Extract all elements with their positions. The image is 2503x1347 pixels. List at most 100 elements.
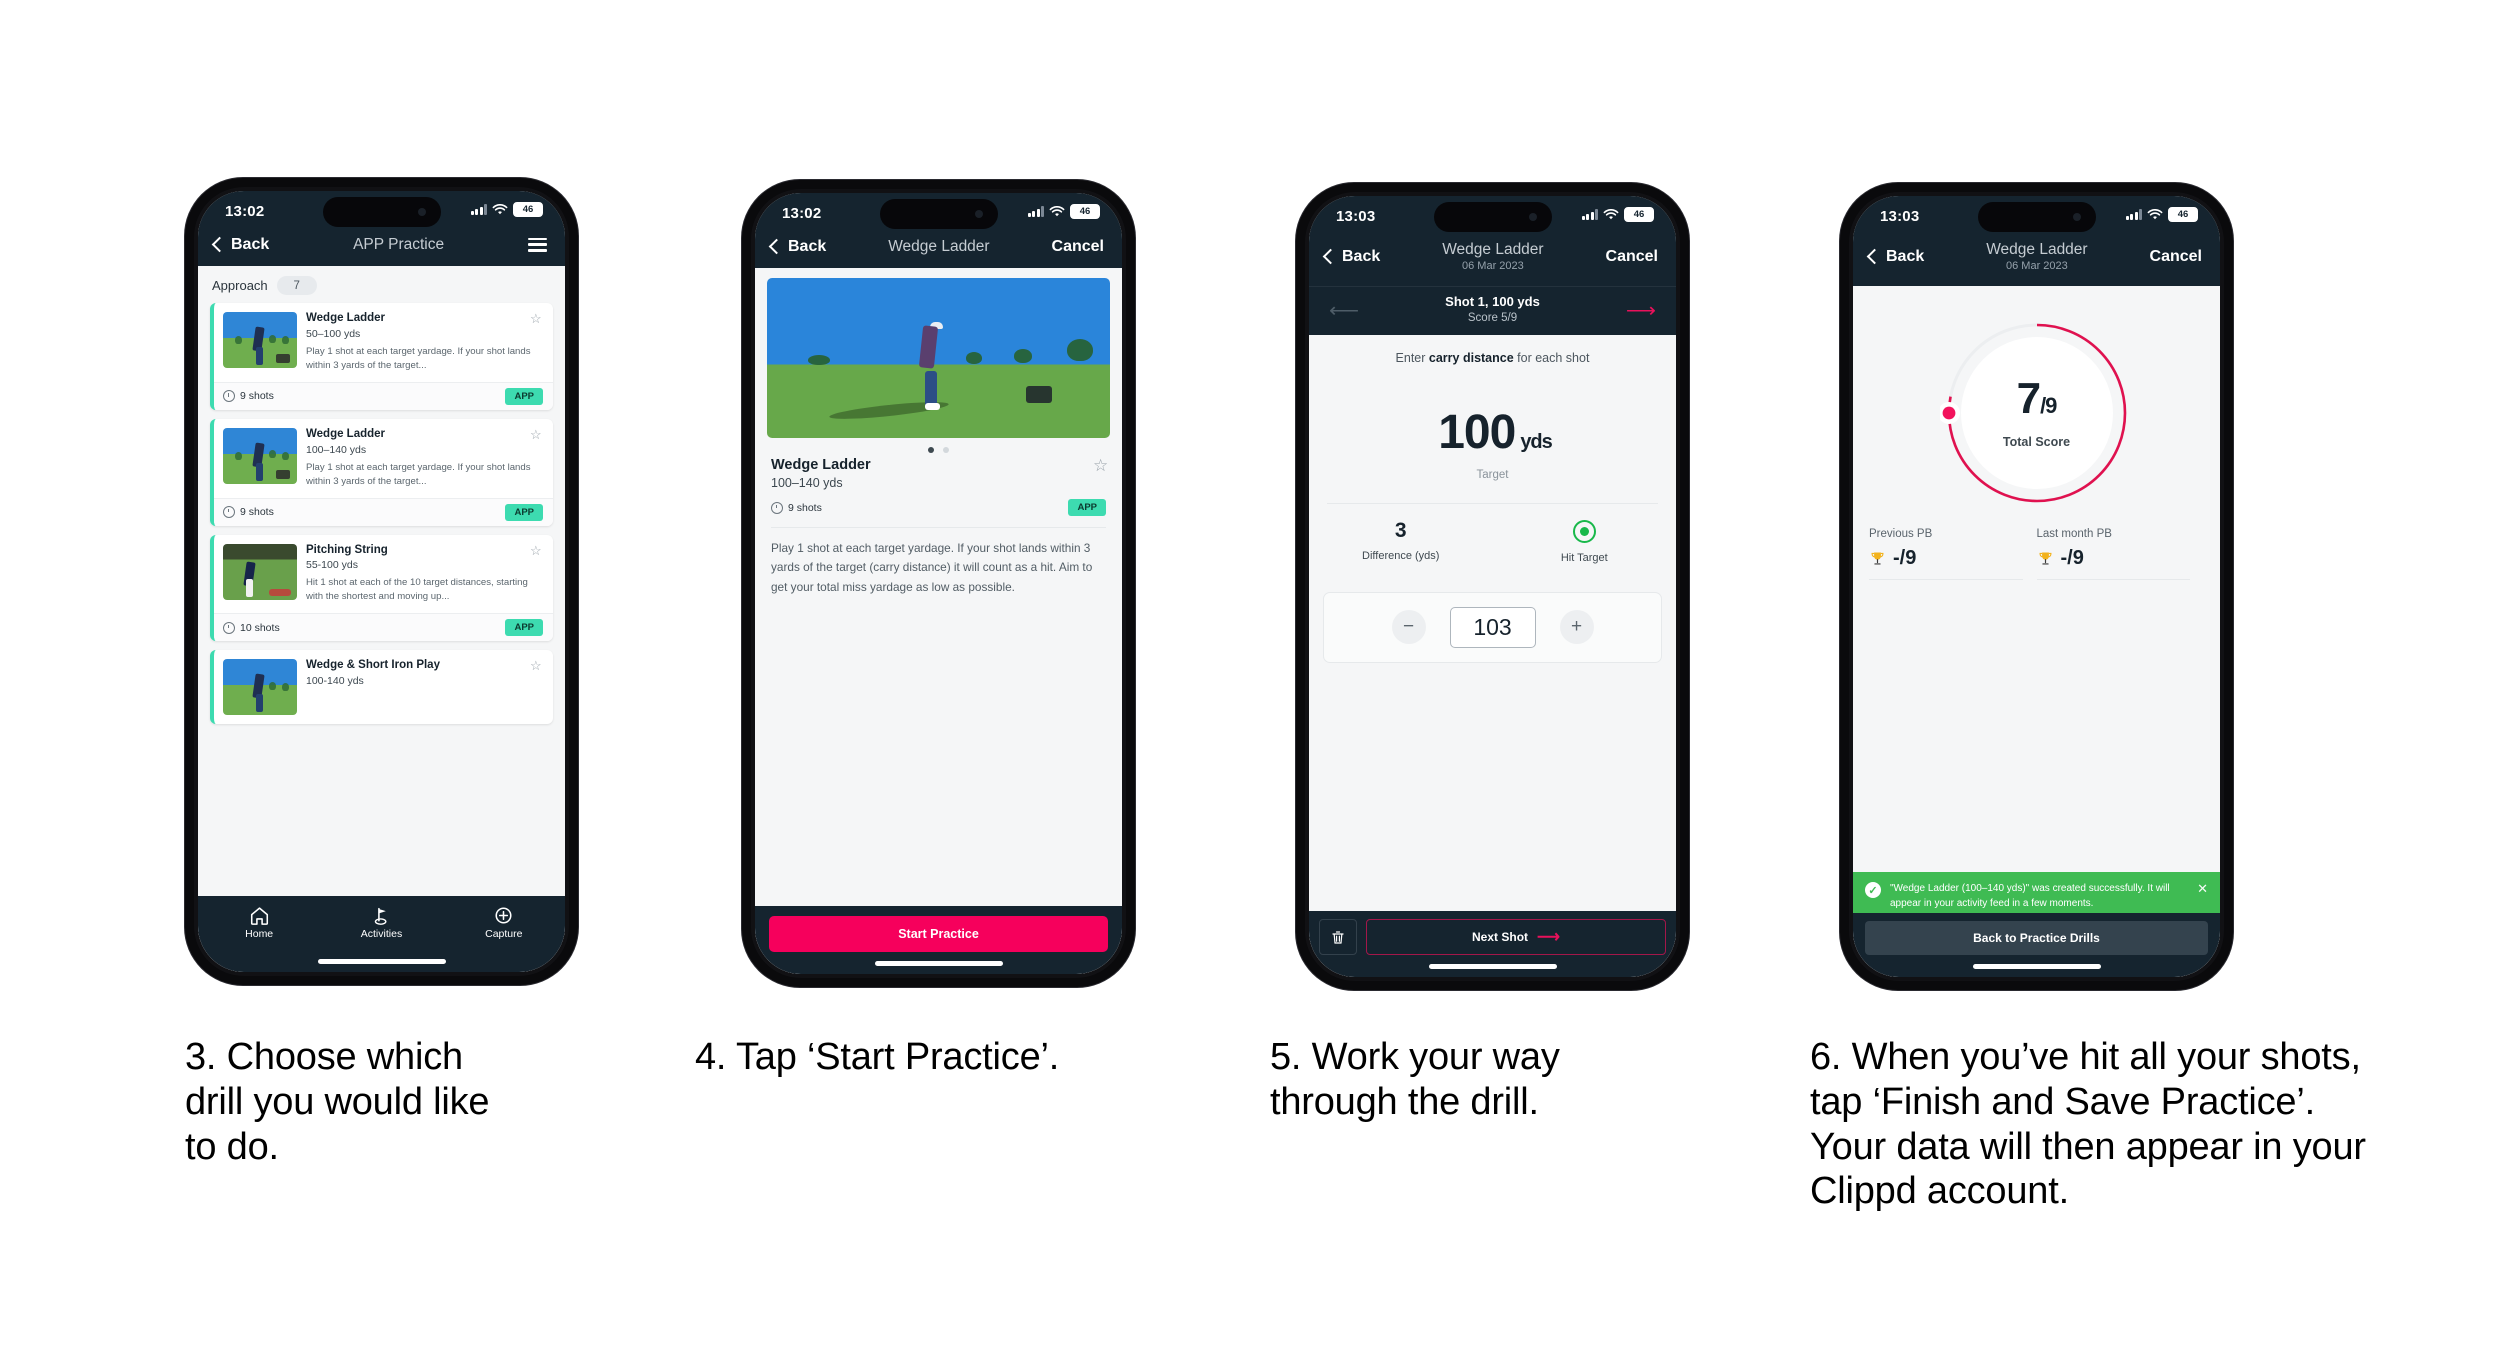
- list-item[interactable]: Wedge & Short Iron Play ☆ 100-140 yds: [210, 650, 553, 725]
- hit-target-stat: Hit Target: [1493, 519, 1677, 564]
- shot-footer: Next Shot ⟶: [1309, 911, 1676, 977]
- divider: [771, 527, 1106, 529]
- back-button[interactable]: Back: [1866, 248, 1925, 266]
- card-info: Wedge Ladder ☆ 50–100 yds Play 1 shot at…: [306, 312, 543, 373]
- favourite-star-icon[interactable]: ☆: [530, 659, 543, 672]
- shots-meta: 9 shots: [771, 501, 822, 514]
- clock-icon: [223, 621, 235, 634]
- drill-yardage: 55-100 yds: [306, 559, 358, 572]
- back-label: Back: [1342, 248, 1381, 266]
- favourite-star-icon[interactable]: ☆: [530, 428, 543, 441]
- page-title-text: Wedge Ladder: [1442, 241, 1544, 258]
- drill-title: Wedge & Short Iron Play: [306, 659, 440, 672]
- trash-icon[interactable]: [1319, 919, 1357, 955]
- sidebar-item-activities[interactable]: Activities: [341, 906, 421, 940]
- carousel-dots[interactable]: [755, 438, 1122, 455]
- drill-description: Play 1 shot at each target yardage. If y…: [306, 461, 531, 487]
- shot-title: Shot 1, 100 yds: [1445, 294, 1540, 310]
- home-indicator: [874, 961, 1003, 966]
- favourite-star-icon[interactable]: ☆: [530, 312, 543, 325]
- close-icon[interactable]: ✕: [2197, 882, 2208, 895]
- page-title: APP Practice: [353, 236, 445, 253]
- target-label: Target: [1476, 468, 1509, 481]
- caption-step-4: 4. Tap ‘Start Practice’.: [695, 1036, 1060, 1078]
- home-indicator: [317, 959, 446, 964]
- status-icons: 46: [1581, 207, 1654, 222]
- cellular-signal-icon: [1581, 209, 1598, 220]
- clock-icon: [223, 506, 235, 519]
- arrow-right-icon: ⟶: [1537, 929, 1560, 946]
- category-tag: APP: [505, 619, 543, 637]
- list-item[interactable]: Wedge Ladder ☆ 50–100 yds Play 1 shot at…: [210, 303, 553, 410]
- wifi-icon: [492, 203, 508, 214]
- back-label: Back: [1886, 248, 1925, 266]
- back-label: Back: [231, 235, 270, 253]
- list-item[interactable]: Pitching String ☆ 55-100 yds Hit 1 shot …: [210, 534, 553, 642]
- back-button[interactable]: Back: [1322, 248, 1381, 266]
- pb-value: -/9: [2060, 547, 2084, 570]
- chevron-left-icon: [1866, 248, 1883, 265]
- page-subtitle: 06 Mar 2023: [1462, 260, 1524, 273]
- nav-bar: Back Wedge Ladder Cancel: [755, 237, 1122, 269]
- divider: [2036, 579, 2190, 581]
- sidebar-item-capture[interactable]: Capture: [464, 906, 544, 940]
- decrement-button[interactable]: −: [1391, 610, 1426, 645]
- drill-list-body: Approach 7 Wedge Ladder ☆ 50–100 yds Pla…: [198, 266, 565, 972]
- carousel-dot[interactable]: [943, 447, 949, 454]
- back-button[interactable]: Back: [768, 238, 826, 256]
- check-circle-icon: ✓: [1865, 882, 1881, 898]
- hamburger-icon[interactable]: [527, 237, 547, 252]
- drill-detail: Wedge Ladder 100–140 yds ☆ 9 shots APP P: [755, 455, 1122, 596]
- cancel-button[interactable]: Cancel: [1052, 238, 1104, 256]
- dynamic-island: [1977, 202, 2096, 232]
- carousel-dot-active[interactable]: [928, 447, 934, 454]
- trophy-icon: [2039, 552, 2051, 565]
- category-tag: APP: [505, 503, 543, 521]
- section-count-chip: 7: [276, 276, 317, 296]
- phone-screen: 13:03 46 Back Wedge Ladder 06 Mar 2023 C…: [1853, 196, 2220, 977]
- drill-thumbnail: [223, 427, 297, 484]
- drill-thumbnail: [223, 543, 297, 600]
- arrow-left-icon[interactable]: ⟵: [1329, 300, 1359, 321]
- shots-meta: 9 shots: [223, 506, 274, 519]
- nav-bar: Back Wedge Ladder 06 Mar 2023 Cancel: [1853, 240, 2220, 287]
- arrow-right-icon[interactable]: ⟶: [1626, 300, 1656, 321]
- prompt-after: for each shot: [1513, 350, 1590, 365]
- page-title-text: Wedge Ladder: [1986, 241, 2088, 258]
- status-bar: 13:03 46: [1853, 196, 2220, 240]
- back-button[interactable]: Back: [211, 235, 270, 254]
- caption-step-6: 6. When you’ve hit all your shots, tap ‘…: [1810, 1036, 2366, 1213]
- caption-step-5: 5. Work your way through the drill.: [1270, 1036, 1560, 1123]
- status-icons: 46: [2125, 207, 2198, 222]
- cancel-button[interactable]: Cancel: [1606, 248, 1658, 266]
- page-title: Wedge Ladder: [888, 238, 990, 255]
- card-footer: 9 shots APP: [214, 497, 553, 526]
- sidebar-item-home[interactable]: Home: [219, 906, 299, 940]
- drill-title: Wedge Ladder: [771, 457, 871, 474]
- drill-yardage: 100-140 yds: [306, 675, 364, 687]
- home-icon: [250, 907, 268, 925]
- drill-title: Wedge Ladder: [306, 427, 386, 440]
- prompt-before: Enter: [1395, 350, 1429, 365]
- favourite-star-icon[interactable]: ☆: [1093, 457, 1108, 474]
- drill-hero-image: [767, 278, 1110, 439]
- status-icons: 46: [1027, 204, 1100, 219]
- difference-label: Difference (yds): [1362, 549, 1440, 562]
- increment-button[interactable]: +: [1559, 610, 1594, 645]
- start-practice-button[interactable]: Start Practice: [769, 916, 1108, 952]
- phone-app-practice: 13:02 46 Back APP Practice Approach 7 We…: [185, 178, 578, 985]
- dynamic-island: [1433, 202, 1552, 232]
- shots-label: 9 shots: [788, 501, 822, 514]
- next-shot-button[interactable]: Next Shot ⟶: [1366, 919, 1666, 955]
- list-item[interactable]: Wedge Ladder ☆ 100–140 yds Play 1 shot a…: [210, 418, 553, 526]
- cancel-button[interactable]: Cancel: [2150, 248, 2202, 266]
- carry-distance-input[interactable]: 103: [1449, 606, 1536, 648]
- back-to-practice-drills-button[interactable]: Back to Practice Drills: [1865, 921, 2208, 955]
- favourite-star-icon[interactable]: ☆: [530, 544, 543, 557]
- bottom-tab-bar: Home Activities Capture: [198, 896, 565, 972]
- hit-target-label: Hit Target: [1560, 551, 1608, 564]
- card-info: Pitching String ☆ 55-100 yds Hit 1 shot …: [306, 544, 543, 605]
- phone-screen: 13:02 46 Back Wedge Ladder Cancel Wedge …: [755, 193, 1122, 974]
- status-time: 13:02: [225, 203, 265, 220]
- shots-label: 9 shots: [240, 506, 274, 519]
